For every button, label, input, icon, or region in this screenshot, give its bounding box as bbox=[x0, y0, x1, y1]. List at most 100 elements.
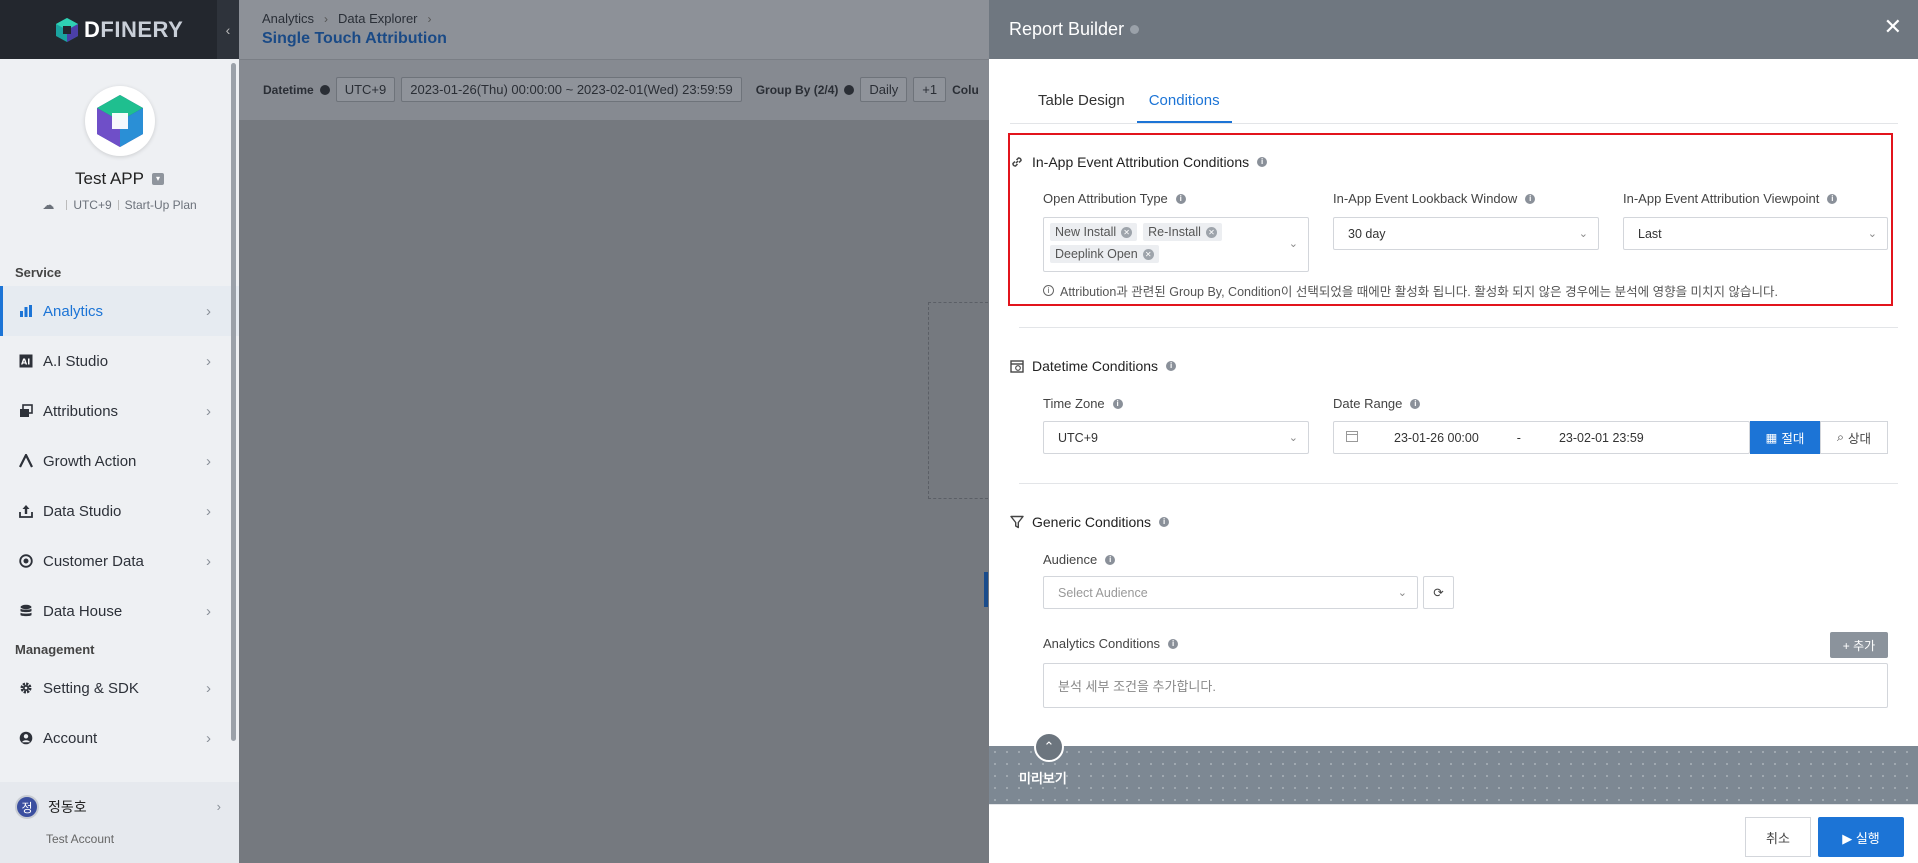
sidebar-item-setting-sdk[interactable]: Setting & SDK › bbox=[0, 663, 239, 713]
info-icon[interactable]: i bbox=[1112, 398, 1123, 409]
field-label-text: Analytics Conditions bbox=[1043, 636, 1161, 651]
refresh-audience-button[interactable]: ⟳ bbox=[1423, 576, 1454, 609]
datetime-range-chip[interactable]: 2023-01-26(Thu) 00:00:00 ~ 2023-02-01(We… bbox=[401, 77, 742, 102]
chevron-left-icon[interactable]: ‹ bbox=[217, 0, 239, 59]
date-range-picker[interactable]: 23-01-26 00:00 - 23-02-01 23:59 bbox=[1333, 421, 1750, 454]
breadcrumb-item[interactable]: Data Explorer bbox=[338, 11, 417, 26]
attributions-icon bbox=[18, 403, 34, 419]
cancel-button[interactable]: 취소 bbox=[1745, 817, 1811, 857]
date-range-end[interactable]: 23-02-01 23:59 bbox=[1559, 431, 1644, 445]
background-button bbox=[984, 572, 988, 607]
chevron-right-icon: › bbox=[206, 552, 211, 570]
service-section-label: Service bbox=[15, 265, 62, 280]
target-icon bbox=[18, 553, 34, 569]
preview-bar[interactable]: 미리보기 bbox=[989, 746, 1918, 804]
date-range-start[interactable]: 23-01-26 00:00 bbox=[1394, 431, 1479, 445]
sidebar-item-growth-action[interactable]: Growth Action › bbox=[0, 436, 239, 486]
sidebar-item-analytics[interactable]: Analytics › bbox=[0, 286, 239, 336]
sidebar-item-label: Customer Data bbox=[43, 552, 144, 570]
tab-conditions[interactable]: Conditions bbox=[1136, 86, 1232, 124]
app-info: Test APP ▾ ☁ UTC+9 Start-Up Plan bbox=[0, 59, 239, 259]
date-range-separator: - bbox=[1516, 430, 1521, 445]
run-button[interactable]: ▶ 실행 bbox=[1818, 817, 1904, 857]
breadcrumb: Analytics › Data Explorer › bbox=[262, 11, 432, 26]
chevron-up-icon[interactable]: ⌃ bbox=[1034, 732, 1064, 762]
datetime-label: Datetime bbox=[263, 82, 314, 97]
columns-label: Colu bbox=[952, 82, 979, 97]
sidebar-item-label: Account bbox=[43, 729, 98, 747]
group-by-more-chip[interactable]: +1 bbox=[913, 77, 947, 102]
absolute-range-button[interactable]: ▦ 절대 bbox=[1750, 421, 1820, 454]
chevron-right-icon: › bbox=[206, 302, 211, 320]
app-avatar[interactable] bbox=[84, 86, 155, 156]
management-section-label: Management bbox=[15, 642, 95, 657]
divider bbox=[66, 200, 68, 210]
sidebar-item-data-house[interactable]: Data House › bbox=[0, 586, 239, 636]
sidebar-item-data-studio[interactable]: Data Studio › bbox=[0, 486, 239, 536]
sidebar-item-customer-data[interactable]: Customer Data › bbox=[0, 536, 239, 586]
relative-range-button[interactable]: ⌕ 상대 bbox=[1820, 421, 1888, 454]
filter-icon bbox=[1010, 515, 1024, 529]
android-icon: ☁ bbox=[42, 198, 55, 212]
time-zone-label: Time Zone i bbox=[1043, 396, 1123, 411]
sidebar-item-label: Analytics bbox=[43, 302, 104, 320]
highlight-box bbox=[1008, 133, 1893, 306]
app-dropdown-icon[interactable]: ▾ bbox=[151, 173, 164, 185]
app-name: Test APP ▾ bbox=[0, 169, 239, 189]
divider bbox=[1019, 483, 1898, 484]
sidebar-item-label: Data House bbox=[43, 602, 123, 620]
granularity-chip[interactable]: Daily bbox=[860, 77, 908, 102]
sidebar-item-label: Setting & SDK bbox=[43, 679, 139, 697]
timezone-chip[interactable]: UTC+9 bbox=[335, 77, 396, 102]
info-icon[interactable]: i bbox=[1105, 554, 1116, 565]
section-title-text: Generic Conditions bbox=[1032, 514, 1152, 530]
sidebar-item-ai-studio[interactable]: AI A.I Studio › bbox=[0, 336, 239, 386]
info-icon[interactable]: i bbox=[1168, 638, 1179, 649]
info-icon[interactable]: i bbox=[1410, 398, 1421, 409]
svg-text:AI: AI bbox=[21, 358, 30, 367]
dfinery-logo-icon bbox=[56, 17, 78, 42]
button-label: 상대 bbox=[1848, 432, 1872, 446]
date-range-label: Date Range i bbox=[1333, 396, 1421, 411]
user-line: 정 정동호 bbox=[0, 782, 239, 832]
sidebar-item-account[interactable]: Account › bbox=[0, 713, 239, 763]
user-name: 정동호 bbox=[48, 799, 87, 815]
user-icon bbox=[18, 730, 34, 746]
calendar-icon: ▦ bbox=[1765, 431, 1778, 445]
tab-table-design[interactable]: Table Design bbox=[1026, 86, 1137, 124]
calendar-icon bbox=[1346, 430, 1358, 445]
info-icon[interactable]: i bbox=[1159, 517, 1170, 527]
info-icon[interactable] bbox=[1130, 25, 1140, 34]
close-icon[interactable]: ✕ bbox=[1884, 14, 1902, 40]
analytics-conditions-box[interactable]: 분석 세부 조건을 추가합니다. bbox=[1043, 663, 1888, 708]
sidebar-item-label: Growth Action bbox=[43, 452, 137, 470]
user-menu[interactable]: 정 정동호 › Test Account bbox=[0, 782, 239, 863]
empty-state-card bbox=[928, 302, 988, 499]
service-nav: Analytics › AI A.I Studio › Attributions… bbox=[0, 286, 239, 636]
gear-icon bbox=[18, 680, 34, 696]
group-by-label: Group By (2/4) bbox=[755, 82, 839, 97]
breadcrumb-item[interactable]: Analytics bbox=[262, 11, 314, 26]
sidebar-item-attributions[interactable]: Attributions › bbox=[0, 386, 239, 436]
sidebar-item-label: Attributions bbox=[43, 402, 119, 420]
database-icon bbox=[18, 603, 34, 619]
avatar: 정 bbox=[15, 795, 39, 819]
sidebar-item-label: Data Studio bbox=[43, 502, 122, 520]
chevron-right-icon: › bbox=[206, 452, 211, 470]
chevron-right-icon: › bbox=[206, 729, 211, 747]
audience-select[interactable]: Select Audience ⌄ bbox=[1043, 576, 1418, 609]
relative-time-icon: ⌕ bbox=[1836, 430, 1844, 444]
chevron-right-icon: › bbox=[324, 11, 329, 26]
info-icon[interactable]: i bbox=[1166, 361, 1177, 371]
add-condition-button[interactable]: + 추가 bbox=[1830, 632, 1888, 658]
dfinery-logo[interactable]: D FINERY bbox=[54, 17, 183, 43]
sidebar-scrollbar[interactable] bbox=[231, 63, 236, 741]
tab-divider bbox=[1010, 123, 1898, 124]
datetime-section-title: Datetime Conditions i bbox=[1010, 358, 1898, 374]
app-timezone: UTC+9 bbox=[73, 198, 112, 212]
time-zone-select[interactable]: UTC+9 ⌄ bbox=[1043, 421, 1309, 454]
info-icon bbox=[844, 84, 855, 95]
sidebar-item-label: A.I Studio bbox=[43, 352, 109, 370]
chevron-down-icon: ⌄ bbox=[1397, 587, 1407, 599]
field-label-text: Date Range bbox=[1333, 396, 1403, 411]
